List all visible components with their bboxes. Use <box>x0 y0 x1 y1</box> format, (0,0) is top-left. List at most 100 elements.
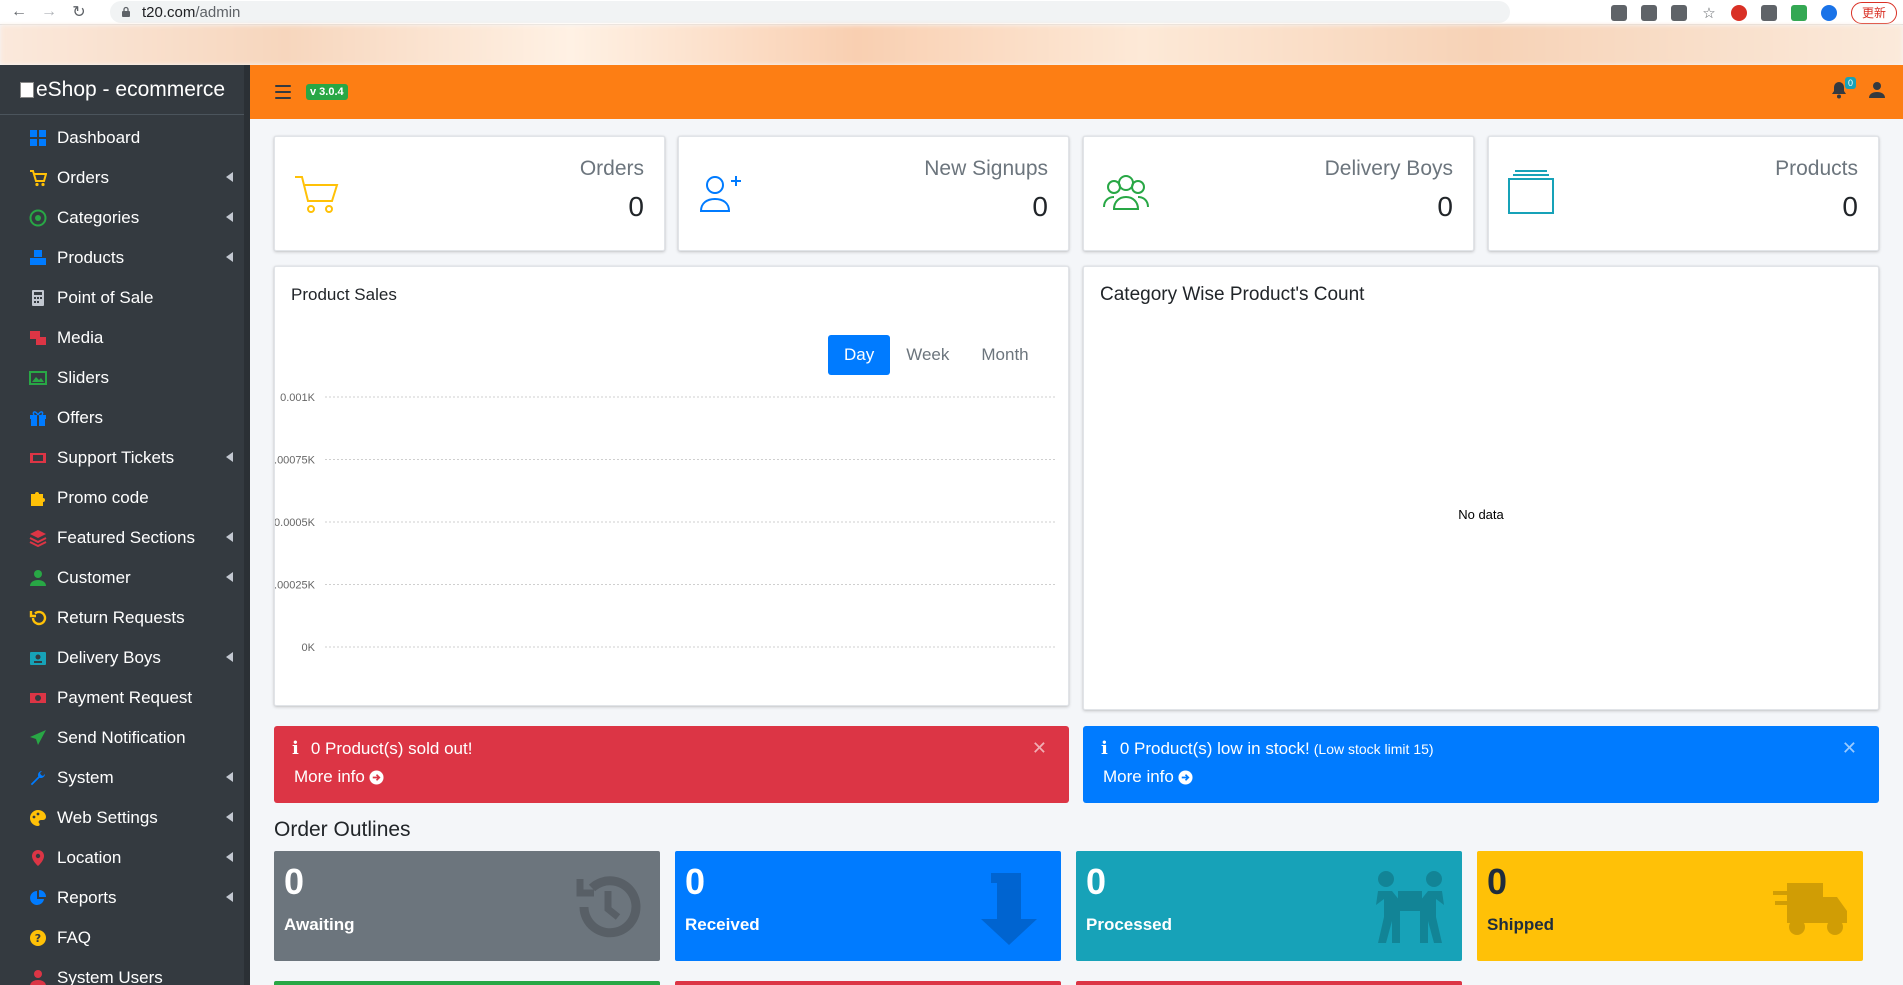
camera-icon[interactable] <box>1760 4 1777 21</box>
update-button[interactable]: 更新 <box>1850 1 1897 24</box>
sidebar-item-sliders[interactable]: Sliders <box>0 358 250 398</box>
notification-bell-icon[interactable]: 0 <box>1831 77 1856 99</box>
key-icon[interactable] <box>1610 4 1627 21</box>
outline-box-awaiting[interactable]: 0 Awaiting <box>274 851 660 961</box>
sidebar-item-label: Support Tickets <box>57 448 175 467</box>
info-icon: i <box>292 738 299 759</box>
tab-month[interactable]: Month <box>965 335 1044 375</box>
sidebar-item-label: Payment Request <box>57 688 193 707</box>
sidebar-item-system[interactable]: System <box>0 758 250 798</box>
outline-label: Processed <box>1086 915 1172 934</box>
sidebar-item-faq[interactable]: ? FAQ <box>0 918 250 958</box>
outline-box-partial <box>274 981 660 985</box>
wrench-icon <box>28 769 48 787</box>
extension-icon[interactable] <box>1790 4 1807 21</box>
paper-plane-icon <box>28 729 48 747</box>
stat-card-new-signups[interactable]: New Signups 0 <box>678 136 1069 251</box>
stat-card-delivery-boys[interactable]: Delivery Boys 0 <box>1083 136 1474 251</box>
close-icon[interactable]: ✕ <box>1032 738 1047 759</box>
sidebar-scrollbar[interactable] <box>244 65 250 985</box>
sidebar-item-web-settings[interactable]: Web Settings <box>0 798 250 838</box>
sidebar-item-location[interactable]: Location <box>0 838 250 878</box>
user-plus-icon <box>699 176 741 212</box>
sidebar-item-orders[interactable]: Orders <box>0 158 250 198</box>
sidebar-item-customer[interactable]: Customer <box>0 558 250 598</box>
sidebar-item-send-notification[interactable]: Send Notification <box>0 718 250 758</box>
sidebar-item-return-requests[interactable]: Return Requests <box>0 598 250 638</box>
menu-toggle-icon[interactable] <box>275 85 291 99</box>
money-icon <box>28 689 48 707</box>
address-bar[interactable]: t20.com/admin <box>110 1 1510 23</box>
level-down-icon <box>981 873 1037 945</box>
arrow-circle-right-icon <box>1178 769 1193 785</box>
chevron-left-icon <box>226 572 233 582</box>
cubes-icon <box>1508 170 1554 214</box>
sidebar-item-reports[interactable]: Reports <box>0 878 250 918</box>
stat-title: Orders <box>579 157 644 180</box>
users-icon <box>1103 175 1149 210</box>
share-icon[interactable] <box>1670 4 1687 21</box>
outline-box-received[interactable]: 0 Received <box>675 851 1061 961</box>
profile-icon[interactable] <box>1820 4 1837 21</box>
y-tick-label: 0.001K <box>280 392 316 404</box>
adblock-icon[interactable] <box>1730 4 1747 21</box>
category-count-card: Category Wise Product's Count No data <box>1083 266 1879 710</box>
top-navbar: v 3.0.4 0 <box>250 65 1903 119</box>
sidebar-item-media[interactable]: Media <box>0 318 250 358</box>
outline-box-shipped[interactable]: 0 Shipped <box>1477 851 1863 961</box>
forward-icon[interactable]: → <box>38 1 60 23</box>
sidebar-item-label: Location <box>57 848 122 867</box>
y-tick-label: 0.00075K <box>275 455 316 467</box>
sidebar-item-featured-sections[interactable]: Featured Sections <box>0 518 250 558</box>
low-stock-text: 0 Product(s) low in stock! <box>1119 738 1310 758</box>
chevron-left-icon <box>226 452 233 462</box>
sidebar-item-support-tickets[interactable]: Support Tickets <box>0 438 250 478</box>
sidebar-item-products[interactable]: Products <box>0 238 250 278</box>
tab-week[interactable]: Week <box>890 335 965 375</box>
stat-card-orders[interactable]: Orders 0 <box>274 136 665 251</box>
outline-box-partial <box>675 981 1061 985</box>
history-icon <box>576 876 641 938</box>
sidebar-item-label: Promo code <box>57 488 149 507</box>
product-sales-chart: 0.001K 0.00075K 0.0005K 0.00025K 0K <box>275 392 1055 654</box>
star-icon[interactable]: ☆ <box>1701 5 1717 22</box>
sidebar-item-label: Point of Sale <box>57 288 154 307</box>
sidebar-item-payment-request[interactable]: Payment Request <box>0 678 250 718</box>
sold-out-more-info-link[interactable]: More info <box>294 767 384 787</box>
outline-value: 0 <box>284 861 305 902</box>
sidebar-item-label: Reports <box>57 888 117 907</box>
cubes-icon <box>28 249 48 267</box>
photo-video-icon <box>28 329 48 347</box>
users-icon <box>28 969 48 985</box>
sidebar-item-promo-code[interactable]: Promo code <box>0 478 250 518</box>
sidebar-item-categories[interactable]: Categories <box>0 198 250 238</box>
stat-value: 0 <box>1437 191 1453 222</box>
period-toggle: Day Week Month <box>828 335 1045 375</box>
tab-day[interactable]: Day <box>828 335 891 375</box>
brand-logo[interactable]: eShop - ecommerce <box>0 65 250 115</box>
sidebar-item-point-of-sale[interactable]: Point of Sale <box>0 278 250 318</box>
close-icon[interactable]: ✕ <box>1842 738 1857 759</box>
sidebar-item-delivery-boys[interactable]: Delivery Boys <box>0 638 250 678</box>
user-menu-icon[interactable] <box>1869 81 1885 99</box>
low-stock-more-info-link[interactable]: More info <box>1103 767 1193 787</box>
translate-icon[interactable] <box>1640 4 1657 21</box>
browser-toolbar: ← → ↻ t20.com/admin ☆ 更新 <box>0 0 1903 25</box>
sidebar-item-dashboard[interactable]: Dashboard <box>0 118 250 158</box>
layer-icon <box>28 529 48 547</box>
reload-icon[interactable]: ↻ <box>68 1 90 23</box>
y-tick-label: 0.00025K <box>275 580 316 592</box>
url-host: t20.com <box>142 3 196 21</box>
sidebar: eShop - ecommerce Dashboard Orders Categor… <box>0 65 250 985</box>
sidebar-item-system-users[interactable]: System Users <box>0 958 250 985</box>
sold-out-alert: i 0 Product(s) sold out! More info ✕ <box>274 726 1069 803</box>
sidebar-item-label: FAQ <box>57 928 92 947</box>
back-icon[interactable]: ← <box>8 1 30 23</box>
sidebar-item-offers[interactable]: Offers <box>0 398 250 438</box>
chevron-left-icon <box>226 772 233 782</box>
chevron-left-icon <box>226 852 233 862</box>
outline-box-processed[interactable]: 0 Processed <box>1076 851 1462 961</box>
broken-image-icon <box>20 81 34 98</box>
more-info-label: More info <box>1103 767 1174 786</box>
stat-card-products[interactable]: Products 0 <box>1488 136 1879 251</box>
